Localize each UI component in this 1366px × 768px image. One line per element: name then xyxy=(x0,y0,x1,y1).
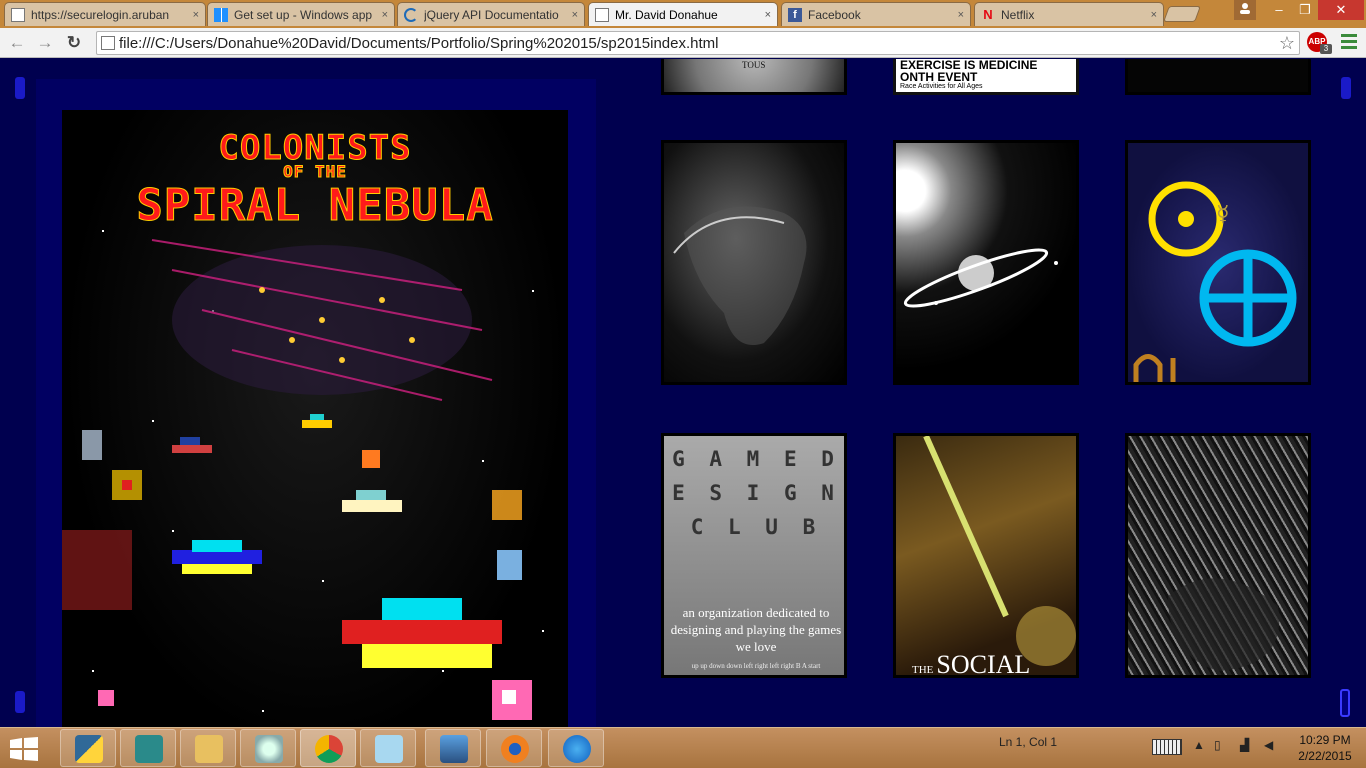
blender-app-icon[interactable] xyxy=(486,729,542,767)
clock-date: 2/22/2015 xyxy=(1298,749,1352,763)
social-art xyxy=(923,436,1076,666)
jquery-icon xyxy=(404,7,418,22)
itunes-app-icon[interactable] xyxy=(548,729,604,767)
facebook-icon: f xyxy=(788,7,802,22)
symbols-space-thumbnail[interactable]: ☿ xyxy=(1125,140,1311,385)
forward-button[interactable]: → xyxy=(34,32,56,54)
page-content: COLONISTS OF THE SPIRAL NEBULA TOUS EXER… xyxy=(0,59,1366,727)
browser-window: https://securelogin.aruban × Get set up … xyxy=(0,0,1366,768)
leaf-texture-thumbnail[interactable] xyxy=(1125,433,1311,678)
tab-facebook[interactable]: f Facebook × xyxy=(781,2,971,26)
tab-close-icon[interactable]: × xyxy=(1151,9,1157,21)
file-explorer-icon[interactable] xyxy=(180,729,236,767)
portrait-art xyxy=(673,206,807,345)
social-caption-big: SOCIAL xyxy=(936,650,1031,678)
browser-toolbar: ← → ↻ ☆ ABP 3 xyxy=(0,28,1366,58)
adblock-count-badge: 3 xyxy=(1320,44,1332,54)
windows-start-icon[interactable] xyxy=(10,737,38,761)
tab-title: jQuery API Documentatio xyxy=(424,7,559,22)
chrome-menu-icon[interactable] xyxy=(1341,34,1357,50)
svg-text:☿: ☿ xyxy=(1216,202,1230,227)
tab-close-icon[interactable]: × xyxy=(193,9,199,21)
bookmark-star-icon[interactable]: ☆ xyxy=(1279,33,1295,54)
maximize-button[interactable]: ❐ xyxy=(1292,0,1318,20)
scroll-indicator-right-bottom[interactable] xyxy=(1340,689,1350,717)
exercise-subcaption: ONTH EVENT xyxy=(900,70,978,84)
planet-ring-thumbnail[interactable] xyxy=(893,140,1079,385)
signal-icon[interactable]: ▟ xyxy=(1240,738,1249,752)
leaf-art xyxy=(1168,578,1280,671)
notepad-app-icon[interactable] xyxy=(360,729,416,767)
windows-taskbar: Ln 1, Col 1 ▲ ▯ ▟ ◀ 10:29 PM 2/22/2015 xyxy=(0,727,1366,768)
poster-title-line2: OF THE xyxy=(283,162,347,182)
poster-artwork xyxy=(62,239,532,720)
page-icon xyxy=(595,7,609,22)
scroll-indicator-left-bottom[interactable] xyxy=(15,691,25,713)
tab-jquery-docs[interactable]: jQuery API Documentatio × xyxy=(397,2,585,26)
system-clock[interactable]: 10:29 PM 2/22/2015 xyxy=(1288,732,1362,764)
chrome-app-icon[interactable] xyxy=(300,729,356,767)
maya-app-icon[interactable] xyxy=(120,729,176,767)
dark-artwork-thumbnail[interactable] xyxy=(1125,59,1311,95)
scroll-indicator-right[interactable] xyxy=(1341,77,1351,99)
page-icon xyxy=(101,36,115,50)
clock-time: 10:29 PM xyxy=(1299,733,1351,747)
tab-windows-setup[interactable]: Get set up - Windows app × xyxy=(207,2,395,26)
status-line-col: Ln 1, Col 1 xyxy=(999,735,1058,749)
netflix-icon: N xyxy=(983,6,993,22)
minimize-button[interactable]: ‒ xyxy=(1266,0,1292,20)
portrait-sketch-thumbnail[interactable] xyxy=(661,140,847,385)
tab-close-icon[interactable]: × xyxy=(382,9,388,21)
tab-securelogin[interactable]: https://securelogin.aruban × xyxy=(4,2,206,26)
network-tool-icon[interactable] xyxy=(240,729,296,767)
the-social-thumbnail[interactable]: THE SOCIAL xyxy=(893,433,1079,678)
club-caption: an organization dedicated to designing a… xyxy=(670,605,842,654)
scroll-indicator-left[interactable] xyxy=(15,77,25,99)
volume-icon[interactable]: ◀ xyxy=(1264,738,1273,752)
social-caption-small: THE xyxy=(912,664,934,676)
keyboard-icon[interactable] xyxy=(1152,739,1182,755)
tab-title: Facebook xyxy=(808,7,861,22)
tab-title: Netflix xyxy=(1001,7,1035,22)
tab-netflix[interactable]: N Netflix × xyxy=(974,2,1164,26)
windows-icon xyxy=(214,7,228,22)
seal-caption: TOUS xyxy=(742,60,766,70)
tab-close-icon[interactable]: × xyxy=(572,9,578,21)
page-icon xyxy=(11,7,25,22)
tab-david-donahue[interactable]: Mr. David Donahue × xyxy=(588,2,778,26)
tab-title: https://securelogin.aruban xyxy=(31,7,170,22)
tab-title: Mr. David Donahue xyxy=(615,7,718,22)
poster-title-line3: SPIRAL NEBULA xyxy=(136,180,494,232)
close-button[interactable]: ✕ xyxy=(1318,0,1364,20)
back-button[interactable]: ← xyxy=(6,32,28,54)
power-icon[interactable]: ▯ xyxy=(1214,738,1221,752)
tab-strip: https://securelogin.aruban × Get set up … xyxy=(0,0,1366,28)
tab-close-icon[interactable]: × xyxy=(765,9,771,21)
symbols-art: ☿ xyxy=(1133,181,1297,382)
planet-art xyxy=(903,248,1058,308)
profile-icon[interactable] xyxy=(1234,0,1256,20)
scrabble-tiles: G A M E D E S I G N C L U B xyxy=(672,447,840,539)
python-app-icon[interactable] xyxy=(60,729,116,767)
colonists-poster[interactable]: COLONISTS OF THE SPIRAL NEBULA xyxy=(62,110,568,727)
photo-viewer-icon[interactable] xyxy=(425,729,481,767)
game-design-club-thumbnail[interactable]: G A M E D E S I G N C L U B an organizat… xyxy=(661,433,847,678)
seal-artwork-thumbnail[interactable]: TOUS xyxy=(661,59,847,95)
exercise-poster-thumbnail[interactable]: EXERCISE IS MEDICINE ONTH EVENT Race Act… xyxy=(893,59,1079,95)
tab-title: Get set up - Windows app xyxy=(234,7,373,22)
club-footer: up up down down left right left right B … xyxy=(691,662,821,670)
exercise-detail: Race Activities for All Ages xyxy=(900,83,983,90)
new-tab-button[interactable] xyxy=(1163,6,1201,22)
show-hidden-icons-icon[interactable]: ▲ xyxy=(1193,738,1205,752)
url-input[interactable] xyxy=(119,34,1299,52)
reload-button[interactable]: ↻ xyxy=(63,32,85,54)
tab-close-icon[interactable]: × xyxy=(958,9,964,21)
address-bar[interactable]: ☆ xyxy=(96,31,1300,55)
